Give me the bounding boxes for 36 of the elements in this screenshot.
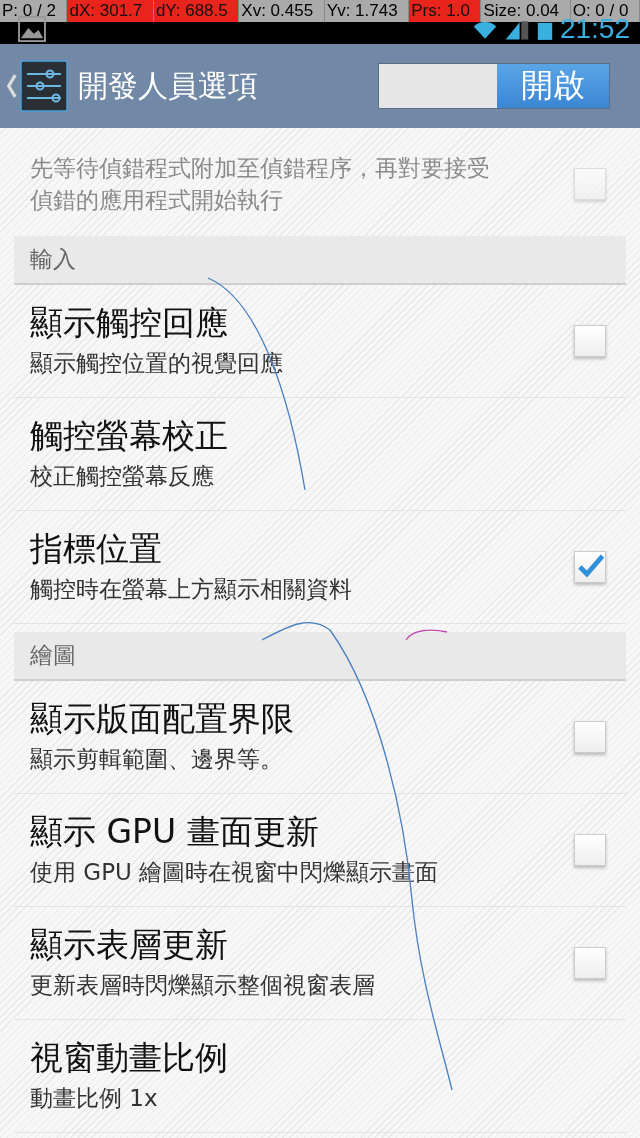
pointer-info-cell: dY: 688.5 — [153, 0, 240, 22]
checkbox[interactable] — [574, 947, 606, 979]
setting-title: 視窗動畫比例 — [30, 1038, 229, 1078]
setting-title: 顯示 GPU 畫面更新 — [30, 812, 320, 852]
setting-title: 顯示版面配置界限 — [30, 699, 295, 739]
chevron-left-icon — [6, 73, 18, 99]
pointer-info-cell: Prs: 1.0 — [409, 0, 482, 22]
setting-item[interactable]: 指標位置 觸控時在螢幕上方顯示相關資料 — [14, 511, 626, 624]
setting-item[interactable]: 視窗動畫比例 動畫比例 1x — [14, 1020, 626, 1133]
setting-summary: 觸控時在螢幕上方顯示相關資料 — [30, 575, 353, 604]
setting-summary: 顯示剪輯範圍、邊界等。 — [30, 745, 284, 774]
sliders-icon — [20, 60, 68, 112]
pointer-info-cell: Xv: 0.455 — [239, 0, 325, 22]
setting-summary: 校正觸控螢幕反應 — [30, 462, 215, 491]
category-header: 繪圖 — [14, 632, 626, 681]
checkbox[interactable] — [574, 721, 606, 753]
setting-title: 顯示表層更新 — [30, 925, 229, 965]
setting-summary: 動畫比例 1x — [30, 1084, 159, 1113]
up-button[interactable] — [6, 60, 68, 112]
checkbox[interactable] — [574, 834, 606, 866]
setting-title: 指標位置 — [30, 529, 163, 569]
checkbox[interactable] — [574, 325, 606, 357]
pointer-info-cell: dX: 301.7 — [67, 0, 154, 22]
setting-item[interactable]: 顯示表層更新 更新表層時閃爍顯示整個視窗表層 — [14, 907, 626, 1020]
checkbox[interactable] — [574, 551, 606, 583]
setting-title: 觸控螢幕校正 — [30, 416, 229, 456]
setting-item[interactable]: 觸控螢幕校正 校正觸控螢幕反應 — [14, 398, 626, 511]
setting-summary: 先等待偵錯程式附加至偵錯程序，再對要接受偵錯的應用程式開始執行 — [30, 154, 491, 215]
image-icon — [18, 16, 46, 42]
setting-item[interactable]: 顯示版面配置界限 顯示剪輯範圍、邊界等。 — [14, 681, 626, 794]
setting-title: 顯示觸控回應 — [30, 303, 229, 343]
screen-title: 開發人員選項 — [78, 66, 258, 105]
wifi-icon — [471, 19, 498, 41]
category-header: 輸入 — [14, 236, 626, 285]
signal-icon — [503, 19, 530, 41]
setting-summary: 更新表層時閃爍顯示整個視窗表層 — [30, 971, 376, 1000]
